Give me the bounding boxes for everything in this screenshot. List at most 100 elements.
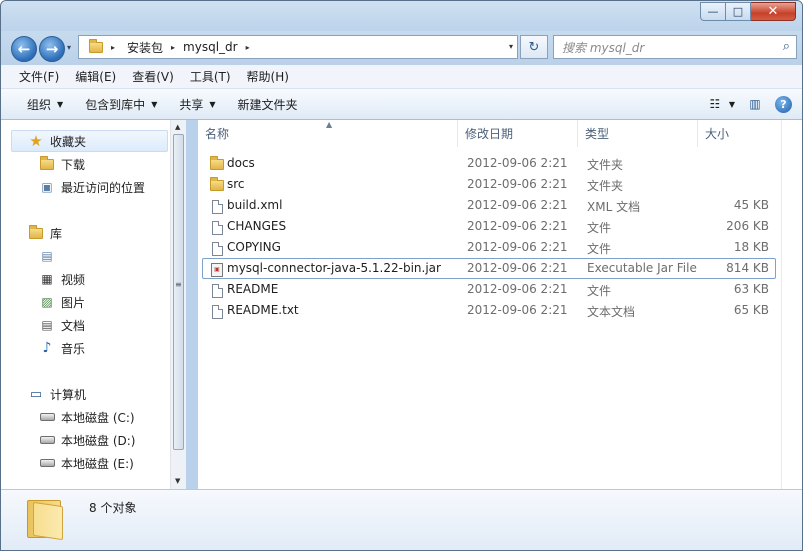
navigation-scrollbar[interactable]: ▲ ≡ ▼ (170, 120, 186, 489)
sidebar-item-recent-places[interactable]: ▣ 最近访问的位置 (39, 176, 145, 198)
file-size: 206 KB (726, 219, 769, 233)
sidebar-item-label: 音乐 (61, 341, 86, 356)
sidebar-item-library-unnamed[interactable]: ▤ (39, 245, 61, 267)
sidebar-item-downloads[interactable]: 下载 (39, 153, 85, 175)
sidebar-item-music[interactable]: ♪ 音乐 (39, 337, 85, 359)
preview-pane-icon: ▥ (749, 97, 761, 111)
sidebar-item-libraries[interactable]: 库 (28, 222, 62, 244)
file-name: README.txt (227, 303, 299, 317)
chevron-down-icon[interactable]: ▼ (729, 100, 735, 109)
menu-help[interactable]: 帮助(H) (239, 68, 297, 85)
file-name: mysql-connector-java-5.1.22-bin.jar (227, 261, 441, 275)
sort-ascending-icon: ▲ (326, 120, 333, 129)
sidebar-item-label: 视频 (61, 272, 86, 287)
search-input[interactable]: 搜索 mysql_dr ⌕ (553, 35, 797, 59)
column-modified[interactable]: 修改日期 (458, 120, 578, 147)
new-folder-label: 新建文件夹 (237, 97, 298, 112)
sidebar-item-label: 计算机 (50, 387, 87, 402)
address-dropdown-icon[interactable]: ▾ (509, 42, 513, 51)
file-modified: 2012-09-06 2:21 (467, 177, 568, 191)
jar-file-icon: ▣ (210, 262, 224, 277)
help-button[interactable]: ? (775, 95, 792, 113)
forward-arrow-icon: → (45, 40, 59, 58)
file-row[interactable]: build.xml 2012-09-06 2:21 XML 文档 45 KB (202, 195, 776, 216)
file-row[interactable]: README 2012-09-06 2:21 文件 63 KB (202, 279, 776, 300)
column-type[interactable]: 类型 (578, 120, 698, 147)
menu-tools[interactable]: 工具(T) (182, 68, 239, 85)
sidebar-item-drive-d[interactable]: 本地磁盘 (D:) (39, 429, 135, 451)
file-modified: 2012-09-06 2:21 (467, 303, 568, 317)
breadcrumb-separator-icon[interactable]: ▸ (242, 43, 254, 52)
menu-edit[interactable]: 编辑(E) (67, 68, 124, 85)
menu-view[interactable]: 查看(V) (124, 68, 182, 85)
file-type: Executable Jar File (587, 261, 697, 275)
breadcrumb-item[interactable]: mysql_dr (179, 40, 242, 54)
chevron-down-icon: ▼ (151, 99, 158, 109)
breadcrumb-separator-icon[interactable]: ▸ (107, 43, 119, 52)
sidebar-item-label: 库 (50, 226, 63, 241)
documents-icon: ▤ (41, 318, 53, 332)
file-row[interactable]: CHANGES 2012-09-06 2:21 文件 206 KB (202, 216, 776, 237)
scroll-grip-icon: ≡ (175, 280, 182, 289)
command-bar: 组织 ▼ 包含到库中 ▼ 共享 ▼ 新建文件夹 ☷ ▼ ▥ ? (1, 89, 802, 120)
file-row[interactable]: docs 2012-09-06 2:21 文件夹 (202, 153, 776, 174)
file-row[interactable]: README.txt 2012-09-06 2:21 文本文档 65 KB (202, 300, 776, 321)
file-row-selected[interactable]: ▣ mysql-connector-java-5.1.22-bin.jar 20… (202, 258, 776, 279)
sidebar-item-videos[interactable]: ▦ 视频 (39, 268, 85, 290)
menu-file[interactable]: 文件(F) (11, 68, 67, 85)
file-type: 文件夹 (587, 158, 624, 172)
scroll-up-icon[interactable]: ▲ (175, 123, 180, 131)
column-label: 大小 (705, 127, 730, 141)
file-type: 文件夹 (587, 179, 624, 193)
share-label: 共享 (179, 97, 204, 112)
scrollbar-thumb[interactable] (173, 134, 184, 450)
maximize-button[interactable]: □ (726, 2, 751, 21)
close-button[interactable]: ✕ (751, 2, 796, 21)
sidebar-item-drive-e[interactable]: 本地磁盘 (E:) (39, 452, 134, 474)
sidebar-item-pictures[interactable]: ▨ 图片 (39, 291, 85, 313)
sidebar-item-label: 最近访问的位置 (61, 180, 146, 195)
chevron-down-icon: ▼ (209, 99, 216, 109)
folder-icon (210, 156, 224, 172)
sidebar-item-label: 图片 (61, 295, 86, 310)
download-folder-icon (39, 155, 55, 172)
view-options-button[interactable]: ☷ (705, 95, 725, 113)
preview-pane-button[interactable]: ▥ (745, 95, 765, 113)
address-bar[interactable]: ▸ 安装包 ▸ mysql_dr ▸ ▾ (78, 35, 518, 59)
include-in-library-button[interactable]: 包含到库中 ▼ (77, 96, 165, 113)
navigation-bar: ← → ▾ ▸ 安装包 ▸ mysql_dr ▸ ▾ ↻ 搜索 mysql_dr… (1, 31, 802, 65)
column-size[interactable]: 大小 (698, 120, 781, 147)
sidebar-item-label: 本地磁盘 (D:) (61, 433, 136, 448)
file-size: 45 KB (733, 198, 769, 212)
sidebar-item-label: 收藏夹 (50, 134, 87, 149)
chevron-down-icon: ▼ (57, 99, 64, 109)
forward-button[interactable]: → (39, 36, 65, 62)
address-root[interactable]: ▸ (79, 38, 123, 53)
recent-pages-dropdown[interactable]: ▾ (67, 43, 71, 52)
sidebar-item-favorites[interactable]: ★ 收藏夹 (11, 130, 168, 152)
breadcrumb-separator-icon[interactable]: ▸ (167, 43, 179, 52)
sidebar-item-computer[interactable]: ▭ 计算机 (28, 383, 86, 405)
window-controls: — □ ✕ (700, 2, 796, 21)
scroll-down-icon[interactable]: ▼ (175, 477, 180, 485)
sidebar-item-documents[interactable]: ▤ 文档 (39, 314, 85, 336)
file-type: XML 文档 (587, 200, 641, 214)
organize-button[interactable]: 组织 ▼ (19, 96, 71, 113)
new-folder-button[interactable]: 新建文件夹 (230, 96, 306, 113)
refresh-button[interactable]: ↻ (520, 35, 548, 59)
sidebar-item-drive-c[interactable]: 本地磁盘 (C:) (39, 406, 135, 428)
title-bar[interactable]: — □ ✕ (1, 1, 802, 31)
file-name: COPYING (227, 240, 281, 254)
search-icon[interactable]: ⌕ (783, 39, 790, 54)
share-button[interactable]: 共享 ▼ (171, 96, 223, 113)
pictures-icon: ▨ (41, 295, 53, 309)
back-arrow-icon: ← (17, 40, 31, 58)
breadcrumb-item[interactable]: 安装包 (123, 39, 167, 56)
file-name: CHANGES (227, 219, 287, 233)
back-button[interactable]: ← (11, 36, 37, 62)
file-row[interactable]: COPYING 2012-09-06 2:21 文件 18 KB (202, 237, 776, 258)
organize-label: 组织 (27, 97, 52, 112)
minimize-button[interactable]: — (700, 2, 726, 21)
file-row[interactable]: src 2012-09-06 2:21 文件夹 (202, 174, 776, 195)
file-icon (210, 220, 224, 235)
